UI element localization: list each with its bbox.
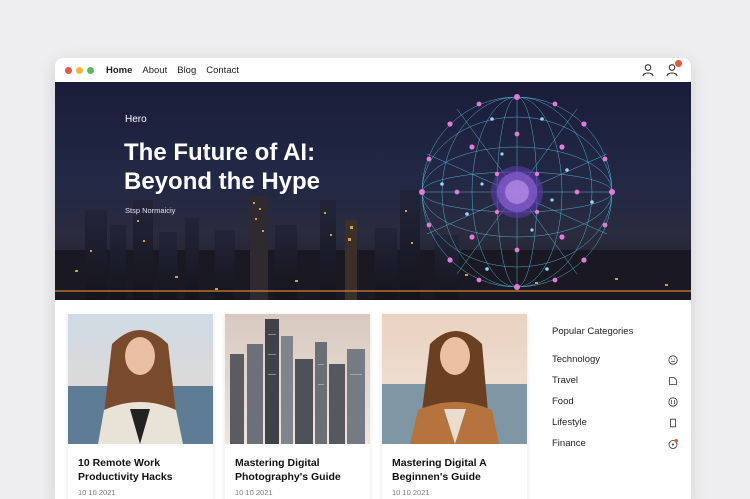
minimize-dot[interactable]	[76, 66, 83, 74]
post-card[interactable]: 10 Remote Work Productivity Hacks 10 10 …	[68, 314, 213, 499]
post-title[interactable]: Mastering Digital A Beginnen's Guide	[382, 444, 527, 484]
user-icon[interactable]	[641, 63, 655, 77]
hero-title: The Future of AI: Beyond the Hype	[124, 139, 321, 195]
header-actions	[641, 60, 682, 77]
category-label: Technology	[552, 354, 601, 365]
category-technology[interactable]: Technology	[552, 349, 678, 370]
category-food[interactable]: Food	[552, 391, 678, 412]
account-notifications-icon[interactable]	[665, 60, 682, 77]
category-label: Travel	[552, 375, 579, 386]
post-title[interactable]: Mastering Digital Photography's Guide	[225, 444, 370, 484]
post-date: 10 10 2021	[235, 488, 273, 497]
post-image-woman-coast	[382, 314, 527, 444]
post-card[interactable]: Mastering Digital Photography's Guide 10…	[225, 314, 370, 499]
hero-subtitle: Stsp Normaiciy	[125, 206, 176, 215]
post-title[interactable]: 10 Remote Work Productivity Hacks	[68, 444, 213, 484]
top-bar: Home About Blog Contact	[55, 58, 691, 82]
close-dot[interactable]	[65, 66, 72, 74]
popular-categories-sidebar: Popular Categories Technology Travel Foo…	[552, 326, 678, 454]
maximize-dot[interactable]	[87, 66, 94, 74]
hero-label: Hero	[125, 114, 147, 125]
nav-about[interactable]: About	[142, 65, 167, 76]
category-label: Food	[552, 396, 574, 407]
category-label: Lifestyle	[552, 417, 587, 428]
post-card[interactable]: Mastering Digital A Beginnen's Guide 10 …	[382, 314, 527, 499]
browser-window: Home About Blog Contact Hero The Future …	[55, 58, 691, 499]
hero-banner: Hero The Future of AI: Beyond the Hype S…	[55, 82, 691, 300]
bookmark-icon	[668, 418, 678, 428]
post-date: 10 10 2021	[78, 488, 116, 497]
post-image-woman-beach	[68, 314, 213, 444]
category-finance[interactable]: Finance	[552, 433, 678, 454]
notification-badge	[675, 60, 682, 67]
smiley-icon	[668, 354, 678, 365]
tag-icon	[668, 376, 678, 386]
category-label: Finance	[552, 438, 586, 449]
post-image-city	[225, 314, 370, 444]
sidebar-title: Popular Categories	[552, 326, 634, 337]
window-controls	[65, 66, 94, 74]
nav-contact[interactable]: Contact	[206, 65, 239, 76]
category-lifestyle[interactable]: Lifestyle	[552, 412, 678, 433]
finance-icon	[668, 438, 678, 449]
main-nav: Home About Blog Contact	[106, 65, 239, 76]
ai-network-globe-image	[419, 94, 615, 290]
post-list: 10 Remote Work Productivity Hacks 10 10 …	[68, 314, 527, 499]
nav-home[interactable]: Home	[106, 65, 132, 76]
post-date: 10 10 2021	[392, 488, 430, 497]
food-icon	[668, 396, 678, 407]
category-travel[interactable]: Travel	[552, 370, 678, 391]
nav-blog[interactable]: Blog	[177, 65, 196, 76]
